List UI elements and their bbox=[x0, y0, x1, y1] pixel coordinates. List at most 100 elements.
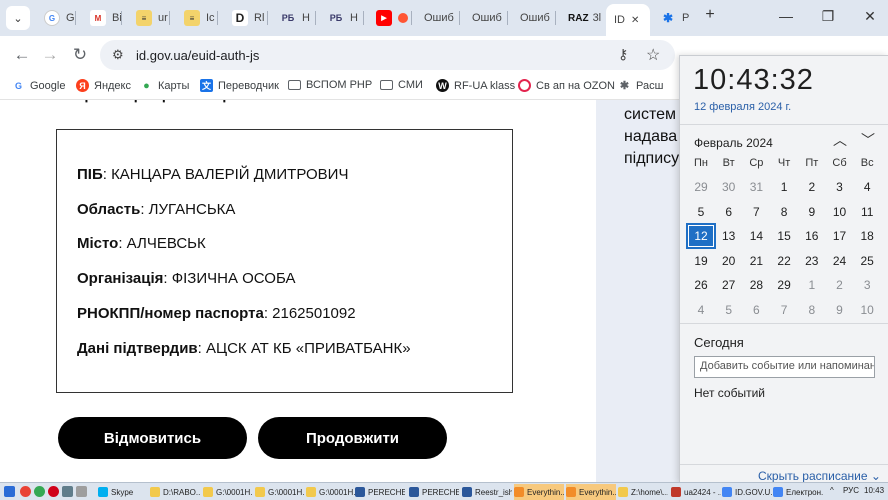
calendar-day[interactable]: 7 bbox=[771, 299, 797, 321]
calendar-day[interactable]: 19 bbox=[688, 250, 714, 272]
bookmark-extensions[interactable]: ✱ Расш bbox=[618, 79, 664, 93]
add-event-input[interactable]: Добавить событие или напоминание bbox=[694, 356, 875, 378]
back-arrow-icon[interactable]: ← bbox=[10, 44, 34, 68]
close-icon[interactable]: ✕ bbox=[631, 15, 639, 26]
calendar-day[interactable]: 1 bbox=[799, 274, 825, 296]
tray-arrow-icon[interactable]: ^ bbox=[830, 486, 834, 495]
site-info-icon[interactable]: ⚙ bbox=[112, 47, 124, 63]
chevron-down-icon[interactable]: ﹀ bbox=[861, 130, 875, 150]
password-key-icon[interactable]: ⚷ bbox=[618, 46, 628, 63]
chrome-icon[interactable] bbox=[34, 486, 45, 497]
decline-button[interactable]: Відмовитись bbox=[58, 417, 247, 459]
tab-error-2[interactable]: Ошиб bbox=[464, 4, 508, 32]
calendar-day[interactable]: 26 bbox=[688, 274, 714, 296]
calendar-day[interactable]: 6 bbox=[743, 299, 769, 321]
taskbar-window-button[interactable]: G:\0001H... bbox=[203, 484, 253, 500]
tab-rbc-2[interactable]: РБ H bbox=[320, 4, 364, 32]
start-icon[interactable] bbox=[4, 486, 15, 497]
tab-error-3[interactable]: Ошиб bbox=[512, 4, 556, 32]
taskbar-window-button[interactable]: PERECHE... bbox=[355, 484, 405, 500]
taskbar-window-button[interactable]: Skype bbox=[98, 484, 148, 500]
calendar-day[interactable]: 6 bbox=[716, 201, 742, 223]
tab-google[interactable]: G G bbox=[36, 4, 76, 32]
clock-date-link[interactable]: 12 февраля 2024 г. bbox=[694, 101, 791, 113]
tab-youtube[interactable]: ▶ bbox=[368, 4, 412, 32]
calendar-day[interactable]: 5 bbox=[716, 299, 742, 321]
calendar-day[interactable]: 5 bbox=[688, 201, 714, 223]
address-bar[interactable]: ⚙ id.gov.ua/euid-auth-js ⚷ ☆ bbox=[100, 40, 675, 70]
maximize-button[interactable]: ❐ bbox=[818, 8, 838, 25]
opera-icon[interactable] bbox=[48, 486, 59, 497]
app-icon[interactable] bbox=[76, 486, 87, 497]
taskbar-window-button[interactable]: PERECHE... bbox=[409, 484, 459, 500]
calendar-day[interactable]: 30 bbox=[716, 176, 742, 198]
calendar-day[interactable]: 13 bbox=[716, 225, 742, 247]
url-text[interactable]: id.gov.ua/euid-auth-js bbox=[136, 48, 259, 63]
bookmark-folder-smi[interactable]: СМИ bbox=[380, 79, 423, 91]
month-label[interactable]: Февраль 2024 bbox=[694, 136, 773, 150]
chrome-icon[interactable] bbox=[20, 486, 31, 497]
calendar-day[interactable]: 28 bbox=[743, 274, 769, 296]
taskbar-window-button[interactable]: ID.GOV.U... bbox=[722, 484, 772, 500]
calendar-day[interactable]: 18 bbox=[854, 225, 880, 247]
calendar-day[interactable]: 14 bbox=[743, 225, 769, 247]
tab-error-1[interactable]: Ошиб bbox=[416, 4, 460, 32]
calendar-day[interactable]: 29 bbox=[688, 176, 714, 198]
calendar-day[interactable]: 24 bbox=[827, 250, 853, 272]
calendar-day[interactable]: 10 bbox=[854, 299, 880, 321]
calendar-day[interactable]: 22 bbox=[771, 250, 797, 272]
taskbar-window-button[interactable]: G:\0001H... bbox=[255, 484, 305, 500]
calendar-day[interactable]: 8 bbox=[799, 299, 825, 321]
calendar-day[interactable]: 2 bbox=[827, 274, 853, 296]
calendar-day[interactable]: 8 bbox=[771, 201, 797, 223]
bookmark-star-icon[interactable]: ☆ bbox=[646, 45, 660, 65]
calendar-day[interactable]: 20 bbox=[716, 250, 742, 272]
bookmark-google[interactable]: G Google bbox=[12, 79, 66, 92]
tab-d[interactable]: D Rl bbox=[224, 4, 268, 32]
taskbar-clock[interactable]: 10:43 bbox=[864, 486, 884, 495]
calendar-day[interactable]: 2 bbox=[799, 176, 825, 198]
bookmark-yandex[interactable]: Я Яндекс bbox=[76, 79, 131, 92]
calendar-day[interactable]: 27 bbox=[716, 274, 742, 296]
tab-rbc-1[interactable]: РБ H bbox=[272, 4, 316, 32]
calendar-day[interactable]: 3 bbox=[854, 274, 880, 296]
bookmark-maps[interactable]: ● Карты bbox=[140, 79, 189, 92]
calendar-day[interactable]: 3 bbox=[827, 176, 853, 198]
calendar-day[interactable]: 4 bbox=[854, 176, 880, 198]
calendar-day[interactable]: 17 bbox=[827, 225, 853, 247]
continue-button[interactable]: Продовжити bbox=[258, 417, 447, 459]
calendar-day[interactable]: 1 bbox=[771, 176, 797, 198]
app-icon[interactable] bbox=[62, 486, 73, 497]
language-indicator[interactable]: РУС bbox=[843, 486, 859, 495]
close-window-button[interactable]: ✕ bbox=[860, 8, 880, 25]
taskbar-window-button[interactable]: G:\0001H... bbox=[306, 484, 356, 500]
bookmark-translate[interactable]: 文 Переводчик bbox=[200, 79, 279, 92]
calendar-day[interactable]: 9 bbox=[799, 201, 825, 223]
bookmark-folder-vspom[interactable]: ВСПОМ РНР bbox=[288, 79, 372, 91]
reload-icon[interactable]: ↻ bbox=[68, 44, 92, 68]
tab-news-2[interactable]: ≡ Ic bbox=[176, 4, 218, 32]
tab-extension[interactable]: ✱ P bbox=[652, 4, 696, 32]
calendar-day[interactable]: 31 bbox=[743, 176, 769, 198]
tab-raz[interactable]: RAZ 3l bbox=[560, 4, 606, 32]
taskbar-window-button[interactable]: Z:\home\... bbox=[618, 484, 668, 500]
taskbar-window-button[interactable]: D:\RABO... bbox=[150, 484, 200, 500]
bookmark-rf-ua[interactable]: W RF-UA klass bbox=[436, 79, 515, 92]
calendar-day[interactable]: 21 bbox=[743, 250, 769, 272]
calendar-day[interactable]: 16 bbox=[799, 225, 825, 247]
tab-id-gov-active[interactable]: ID ✕ bbox=[606, 4, 650, 36]
calendar-day[interactable]: 29 bbox=[771, 274, 797, 296]
new-tab-button[interactable]: + bbox=[700, 6, 720, 24]
calendar-day[interactable]: 11 bbox=[854, 201, 880, 223]
forward-arrow-icon[interactable]: → bbox=[38, 44, 62, 68]
calendar-day[interactable]: 9 bbox=[827, 299, 853, 321]
chevron-up-icon[interactable]: ︿ bbox=[833, 130, 847, 150]
minimize-button[interactable]: — bbox=[776, 8, 796, 24]
taskbar-window-button[interactable]: Електрон... bbox=[773, 484, 823, 500]
calendar-day[interactable]: 25 bbox=[854, 250, 880, 272]
tab-gmail[interactable]: M Bi bbox=[82, 4, 122, 32]
taskbar-window-button[interactable]: ua2424 - ... bbox=[671, 484, 721, 500]
calendar-day[interactable]: 23 bbox=[799, 250, 825, 272]
calendar-day[interactable]: 10 bbox=[827, 201, 853, 223]
tab-news-1[interactable]: ≡ ur bbox=[128, 4, 170, 32]
